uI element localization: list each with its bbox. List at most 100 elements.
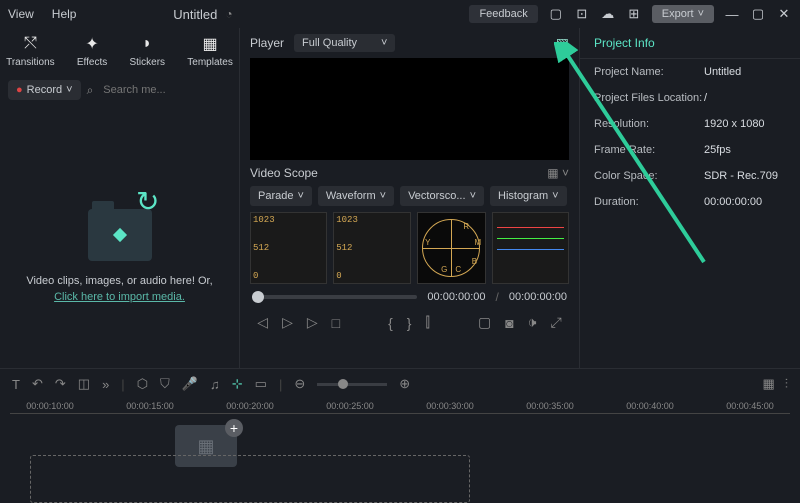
mic-icon[interactable]: 🎤 bbox=[182, 376, 198, 392]
add-clip-button[interactable]: + bbox=[225, 419, 243, 437]
tool-effects[interactable]: ✦Effects bbox=[77, 34, 107, 68]
crop-icon[interactable]: ◫ bbox=[78, 376, 90, 392]
mark-out-button[interactable]: } bbox=[407, 315, 412, 331]
prev-frame-button[interactable]: ◁ bbox=[257, 314, 268, 331]
chevron-down-icon: ˅ bbox=[552, 190, 558, 202]
chevron-down-icon: ˅ bbox=[297, 190, 303, 202]
image-icon: ▦ bbox=[197, 436, 214, 457]
top-menubar: View Help Untitled ◔ Feedback ▢ ⊡ ☁ ⊞ Ex… bbox=[0, 0, 800, 28]
info-row: Resolution:1920 x 1080 bbox=[580, 111, 800, 137]
zoom-out-icon[interactable]: ⊖ bbox=[294, 376, 305, 392]
timeline-ruler[interactable]: 00:00:10:0000:00:15:0000:00:20:0000:00:2… bbox=[0, 399, 800, 413]
timeline-tracks[interactable]: ▦ + bbox=[0, 425, 800, 495]
chevron-down-icon[interactable]: ˅ bbox=[562, 166, 569, 180]
scope-tab-vectorscope[interactable]: Vectorsco...˅ bbox=[400, 186, 484, 206]
playback-scrubber[interactable] bbox=[252, 295, 417, 299]
music-icon[interactable]: ♫ bbox=[210, 377, 220, 392]
ruler-tick: 00:00:45:00 bbox=[700, 401, 800, 411]
info-value: / bbox=[704, 92, 707, 104]
scope-parade: 1023 512 0 bbox=[250, 212, 327, 284]
tool-label: Stickers bbox=[129, 57, 165, 68]
tool-label: Effects bbox=[77, 57, 107, 68]
zoom-slider[interactable] bbox=[317, 383, 387, 386]
info-row: Project Files Location:/ bbox=[580, 85, 800, 111]
info-row: Duration:00:00:00:00 bbox=[580, 189, 800, 215]
video-preview[interactable] bbox=[250, 58, 569, 160]
more-tools-icon[interactable]: » bbox=[102, 377, 109, 392]
info-value: Untitled bbox=[704, 66, 741, 78]
shield-icon[interactable]: ⛉ bbox=[160, 376, 170, 392]
tool-templates[interactable]: ▦ Templates bbox=[187, 34, 233, 68]
info-row: Project Name:Untitled bbox=[580, 59, 800, 85]
cloud-icon[interactable]: ☁ bbox=[600, 6, 616, 22]
volume-button[interactable]: 🕩 bbox=[528, 314, 537, 331]
marker-button[interactable]: ⫿ bbox=[425, 314, 429, 331]
player-label: Player bbox=[250, 36, 284, 50]
mark-in-button[interactable]: { bbox=[388, 315, 393, 331]
info-row: Color Space:SDR - Rec.709 bbox=[580, 163, 800, 189]
apps-icon[interactable]: ⊞ bbox=[626, 6, 642, 22]
tool-transitions[interactable]: ⤲Transitions bbox=[6, 34, 55, 68]
media-import-area[interactable]: ↻ Video clips, images, or audio here! Or… bbox=[0, 106, 239, 368]
export-button[interactable]: Export˅ bbox=[652, 5, 714, 23]
current-time: 00:00:00:00 bbox=[427, 291, 485, 303]
search-icon: ⌕ bbox=[87, 83, 94, 98]
info-value: SDR - Rec.709 bbox=[704, 170, 778, 182]
snapshot-icon[interactable]: ▧ bbox=[556, 35, 569, 52]
screen-icon[interactable]: ▢ bbox=[548, 6, 564, 22]
chevron-down-icon: ˅ bbox=[470, 190, 476, 202]
info-label: Project Name: bbox=[594, 66, 704, 78]
ruler-tick: 00:00:10:00 bbox=[0, 401, 100, 411]
quality-select[interactable]: Full Quality˅ bbox=[294, 34, 395, 52]
frame-icon[interactable]: ▭ bbox=[255, 376, 267, 392]
info-label: Duration: bbox=[594, 196, 704, 208]
snapshot-button[interactable]: ◙ bbox=[505, 315, 513, 331]
scope-grid-icon[interactable]: ▦ bbox=[547, 166, 558, 180]
search-input[interactable] bbox=[99, 80, 249, 100]
track-drop-zone[interactable] bbox=[30, 455, 470, 503]
minimize-button[interactable]: — bbox=[724, 7, 740, 22]
marker-icon[interactable]: ⬡ bbox=[137, 376, 148, 392]
info-row: Frame Rate:25fps bbox=[580, 137, 800, 163]
info-value: 25fps bbox=[704, 144, 731, 156]
link-icon[interactable]: ⊹ bbox=[232, 376, 243, 392]
project-info-tab[interactable]: Project Info bbox=[580, 28, 800, 59]
tool-stickers[interactable]: ◗Stickers bbox=[129, 34, 165, 68]
settings-icon[interactable]: ⫶ bbox=[785, 376, 788, 392]
redo-icon[interactable]: ↷ bbox=[55, 376, 66, 392]
undo-icon[interactable]: ↶ bbox=[32, 376, 43, 392]
ruler-tick: 00:00:15:00 bbox=[100, 401, 200, 411]
view-mode-icon[interactable]: ▦ bbox=[762, 376, 774, 392]
import-media-link[interactable]: Click here to import media. bbox=[54, 291, 185, 303]
templates-icon: ▦ bbox=[200, 34, 220, 54]
tool-label: Transitions bbox=[6, 57, 55, 68]
stop-button[interactable]: □ bbox=[332, 315, 340, 331]
save-icon[interactable]: ⊡ bbox=[574, 6, 590, 22]
project-info-panel: Project Info Project Name:UntitledProjec… bbox=[580, 28, 800, 368]
project-title: Untitled bbox=[173, 7, 217, 22]
close-button[interactable]: ✕ bbox=[776, 6, 792, 22]
play-button[interactable]: ▷ bbox=[307, 314, 318, 331]
chevron-down-icon: ˅ bbox=[66, 84, 72, 96]
record-button[interactable]: ●Record˅ bbox=[8, 80, 81, 100]
download-arrow-icon: ↻ bbox=[136, 185, 159, 218]
info-label: Frame Rate: bbox=[594, 144, 704, 156]
play-back-button[interactable]: ▷ bbox=[282, 314, 293, 331]
media-hint-text: Video clips, images, or audio here! Or, bbox=[26, 275, 212, 287]
ruler-tick: 00:00:25:00 bbox=[300, 401, 400, 411]
display-button[interactable]: ▢ bbox=[478, 314, 491, 331]
info-value: 00:00:00:00 bbox=[704, 196, 762, 208]
chevron-down-icon: ˅ bbox=[380, 190, 386, 202]
text-tool-icon[interactable]: T bbox=[12, 377, 20, 392]
maximize-button[interactable]: ▢ bbox=[750, 6, 766, 22]
unsaved-icon: ◔ bbox=[225, 7, 232, 21]
timeline: T ↶ ↷ ◫ » | ⬡ ⛉ 🎤 ♫ ⊹ ▭ | ⊖ ⊕ ▦ ⫶ 00:00:… bbox=[0, 368, 800, 501]
tool-label: Templates bbox=[187, 57, 233, 68]
scope-tab-parade[interactable]: Parade˅ bbox=[250, 186, 312, 206]
scope-tab-histogram[interactable]: Histogram˅ bbox=[490, 186, 567, 206]
fullscreen-button[interactable]: ⤢ bbox=[551, 314, 562, 331]
scope-tab-waveform[interactable]: Waveform˅ bbox=[318, 186, 394, 206]
feedback-button[interactable]: Feedback bbox=[469, 5, 537, 23]
scope-title: Video Scope bbox=[250, 166, 318, 180]
zoom-in-icon[interactable]: ⊕ bbox=[399, 376, 410, 392]
